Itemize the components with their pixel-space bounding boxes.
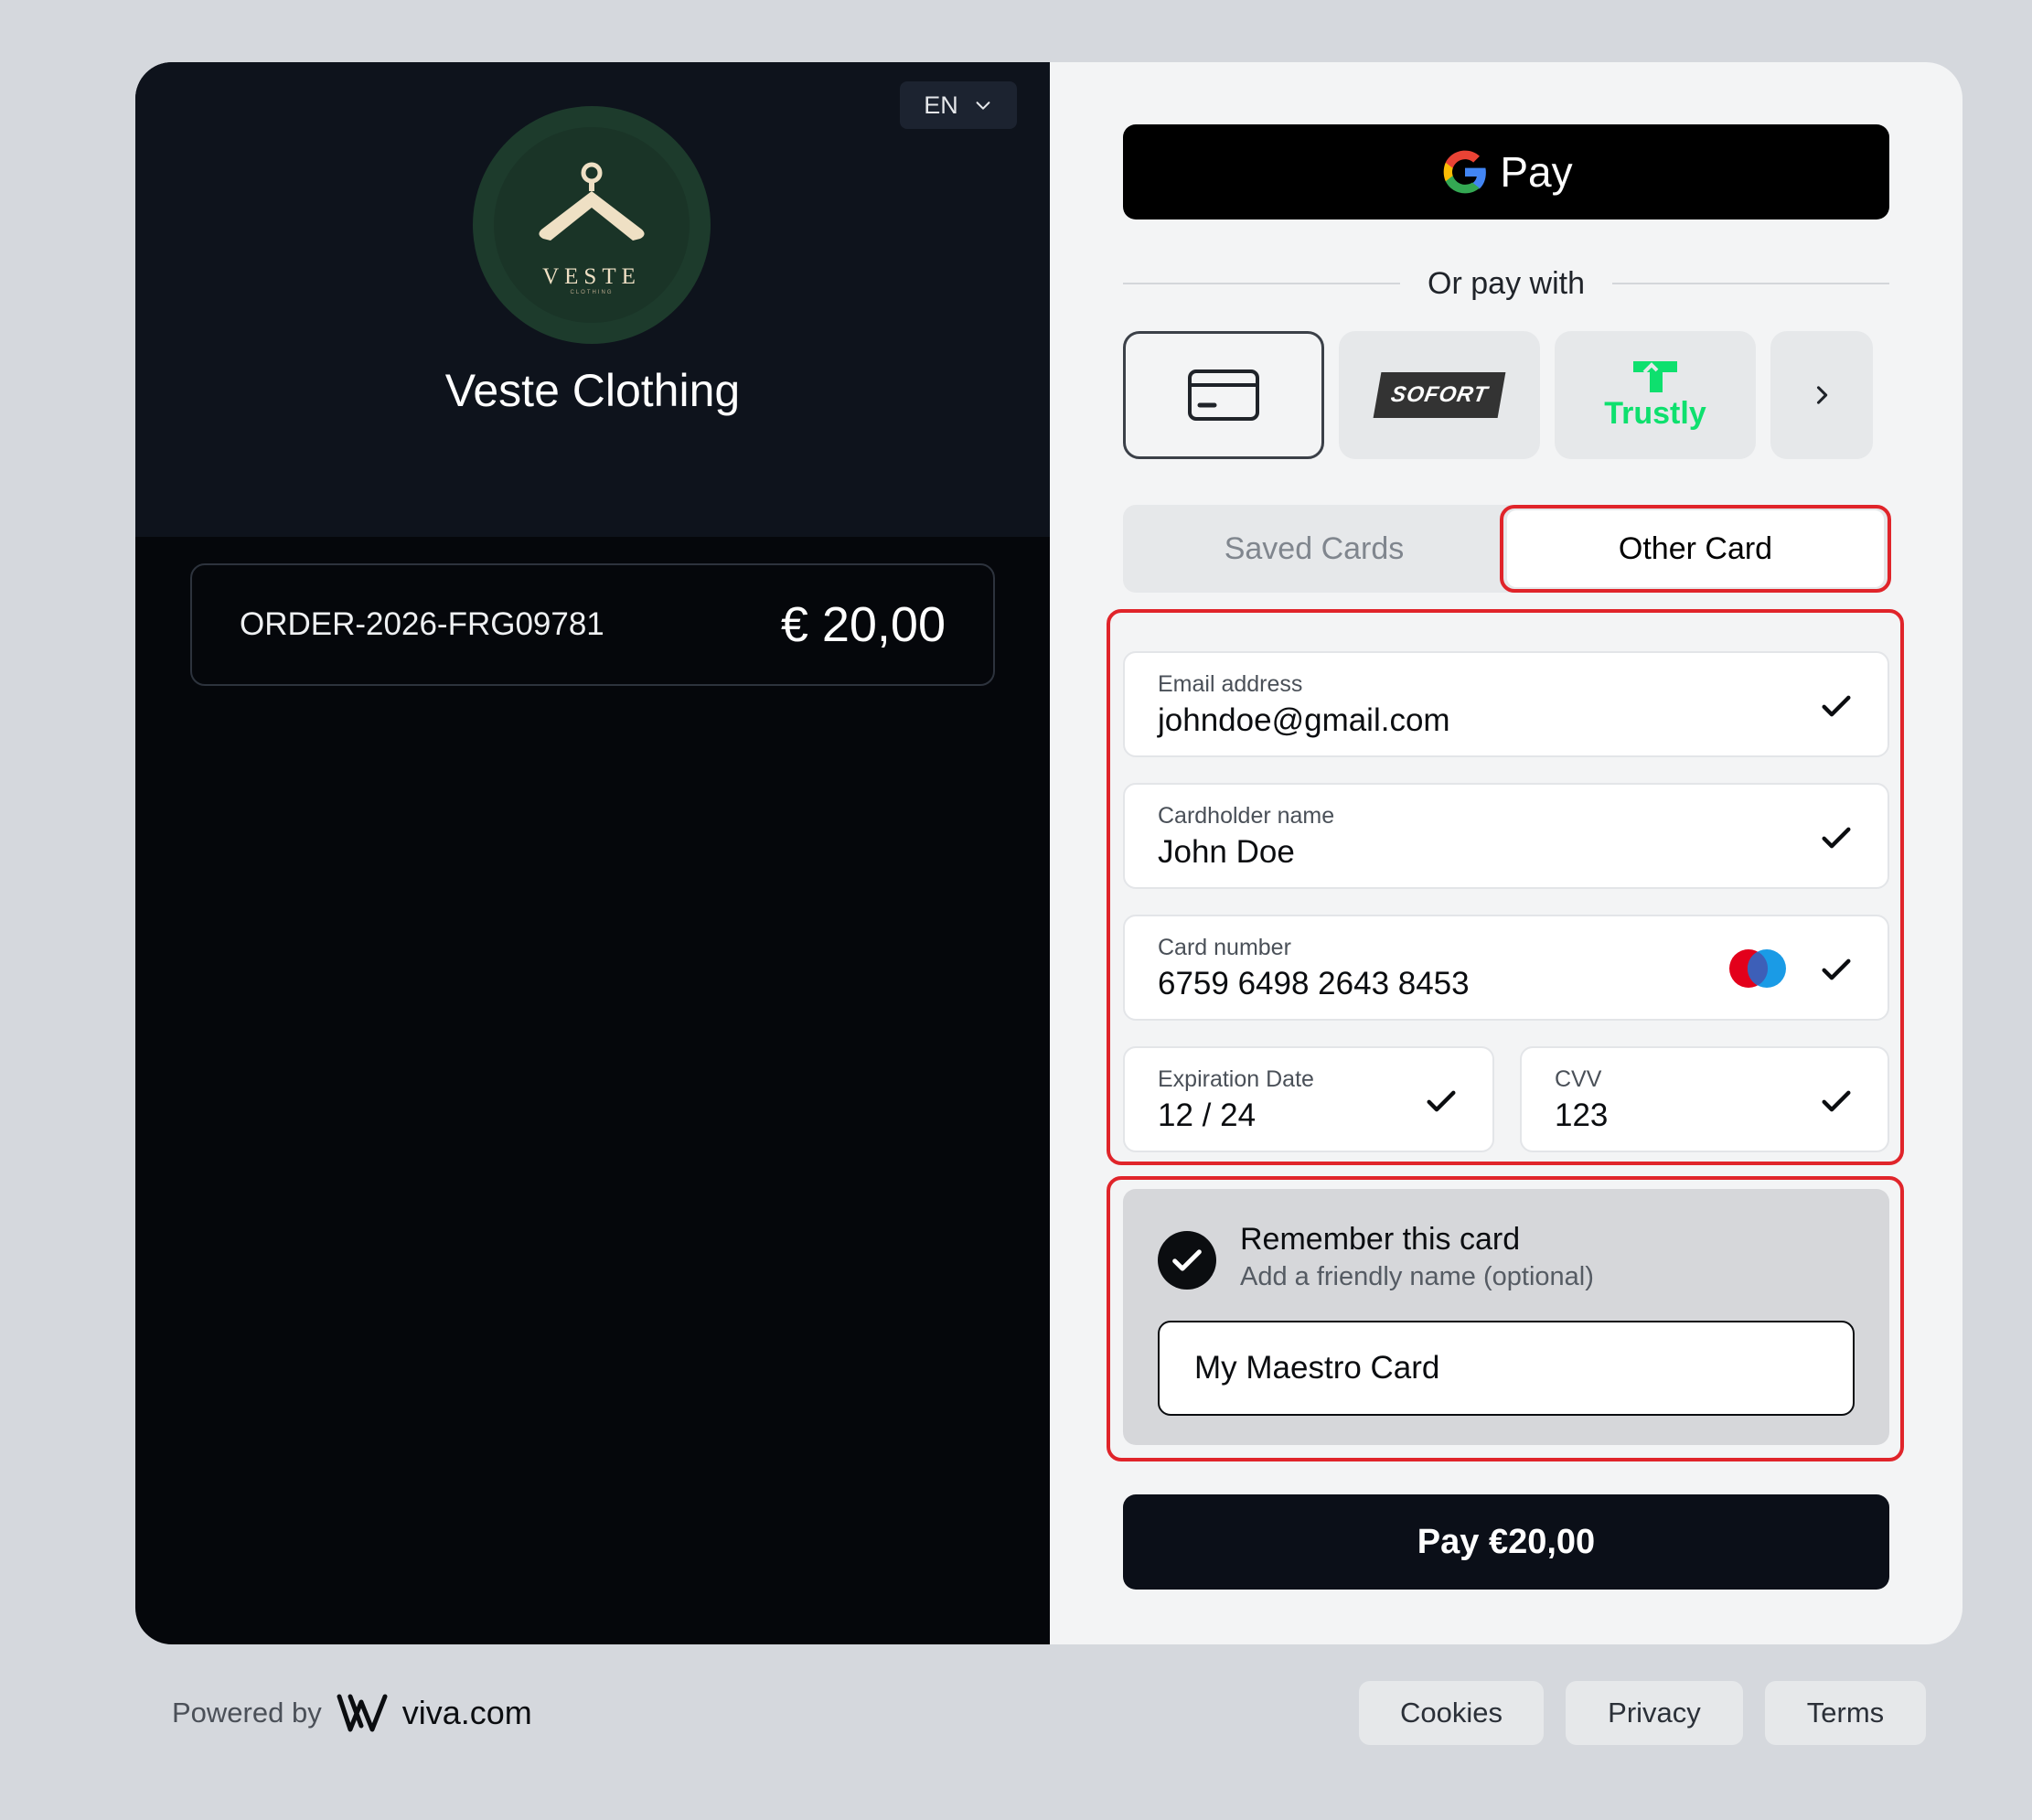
card-number-field[interactable]: Card number 6759 6498 2643 8453 <box>1123 915 1889 1021</box>
expiration-date-field[interactable]: Expiration Date 12 / 24 <box>1123 1046 1494 1152</box>
cvv-value: 123 <box>1555 1097 1609 1133</box>
terms-label: Terms <box>1806 1697 1885 1729</box>
remember-card-section: Remember this card Add a friendly name (… <box>1123 1189 1889 1445</box>
order-summary: ORDER-2026-FRG09781 € 20,00 <box>190 563 995 686</box>
remember-card-checkbox[interactable] <box>1158 1231 1216 1290</box>
terms-button[interactable]: Terms <box>1765 1681 1926 1745</box>
merchant-logo: VESTE CLOTHING <box>473 106 711 344</box>
expiration-date-label: Expiration Date <box>1158 1066 1314 1092</box>
tab-saved-cards[interactable]: Saved Cards <box>1123 505 1505 593</box>
email-field[interactable]: Email address johndoe@gmail.com <box>1123 651 1889 757</box>
checkmark-icon <box>1822 1090 1851 1112</box>
cvv-field[interactable]: CVV 123 <box>1520 1046 1889 1152</box>
email-label: Email address <box>1158 671 1303 697</box>
friendly-name-input[interactable]: My Maestro Card <box>1158 1321 1855 1416</box>
email-value: johndoe@gmail.com <box>1158 702 1450 738</box>
tab-saved-cards-label: Saved Cards <box>1224 530 1405 566</box>
hanger-icon <box>539 162 645 241</box>
trustly-label: Trustly <box>1604 395 1706 431</box>
chevron-down-icon <box>976 102 990 110</box>
powered-by: Powered by viva.com <box>172 1690 532 1736</box>
payment-panel: Pay Or pay with SOFORT Trustly Saved Car… <box>1050 62 1962 1644</box>
checkmark-icon <box>1427 1090 1456 1112</box>
chevron-right-icon <box>1816 386 1828 404</box>
maestro-icon <box>1729 949 1786 988</box>
tab-other-card[interactable]: Other Card <box>1502 505 1889 593</box>
checkmark-icon <box>1822 958 1851 980</box>
trustly-icon <box>1632 360 1677 392</box>
cardholder-value: John Doe <box>1158 834 1295 870</box>
methods-next-button[interactable] <box>1770 331 1873 459</box>
remember-card-subtitle: Add a friendly name (optional) <box>1240 1262 1594 1291</box>
method-card[interactable] <box>1123 331 1324 459</box>
cookies-button[interactable]: Cookies <box>1359 1681 1544 1745</box>
card-tabs: Saved Cards Other Card <box>1123 505 1889 593</box>
tab-other-card-label: Other Card <box>1618 530 1773 566</box>
order-id: ORDER-2026-FRG09781 <box>240 606 604 642</box>
viva-brand: viva.com <box>401 1694 532 1731</box>
sofort-logo: SOFORT <box>1373 372 1506 418</box>
google-pay-label: Pay <box>1500 148 1573 196</box>
language-label: EN <box>924 91 958 119</box>
sofort-label: SOFORT <box>1388 382 1491 407</box>
or-pay-with-label: Or pay with <box>1428 265 1585 301</box>
cvv-label: CVV <box>1555 1066 1602 1092</box>
checkmark-icon <box>1822 827 1851 849</box>
order-amount: € 20,00 <box>780 597 946 652</box>
or-pay-with-divider: Or pay with <box>1123 265 1890 302</box>
pay-button[interactable]: Pay €20,00 <box>1123 1494 1889 1590</box>
privacy-button[interactable]: Privacy <box>1566 1681 1743 1745</box>
checkmark-icon <box>1822 695 1851 717</box>
checkmark-icon <box>1172 1249 1202 1271</box>
viva-logo-icon <box>337 1694 388 1732</box>
logo-wordmark: VESTE <box>542 264 641 289</box>
credit-card-icon <box>1188 369 1259 421</box>
method-trustly[interactable]: Trustly <box>1555 331 1756 459</box>
cookies-label: Cookies <box>1400 1697 1503 1729</box>
remember-card-title: Remember this card <box>1240 1222 1521 1257</box>
google-pay-button[interactable]: Pay <box>1123 124 1889 219</box>
logo-subtext: CLOTHING <box>570 290 614 295</box>
google-g-icon <box>1444 150 1487 194</box>
friendly-name-value: My Maestro Card <box>1194 1350 1440 1386</box>
language-selector[interactable]: EN <box>900 81 1017 129</box>
pay-button-label: Pay €20,00 <box>1417 1522 1596 1561</box>
checkout-card: EN VESTE CLOTHING Veste Clothing ORDER-2… <box>135 62 1962 1644</box>
card-number-label: Card number <box>1158 935 1291 960</box>
cardholder-label: Cardholder name <box>1158 803 1335 829</box>
cardholder-field[interactable]: Cardholder name John Doe <box>1123 783 1889 889</box>
privacy-label: Privacy <box>1608 1697 1701 1729</box>
powered-by-label: Powered by <box>172 1697 322 1729</box>
merchant-panel: EN VESTE CLOTHING Veste Clothing ORDER-2… <box>135 62 1050 1644</box>
method-sofort[interactable]: SOFORT <box>1339 331 1540 459</box>
card-number-value: 6759 6498 2643 8453 <box>1158 966 1470 1001</box>
payment-methods: SOFORT Trustly <box>1123 331 1889 459</box>
expiration-date-value: 12 / 24 <box>1158 1097 1257 1133</box>
merchant-name: Veste Clothing <box>444 365 741 416</box>
